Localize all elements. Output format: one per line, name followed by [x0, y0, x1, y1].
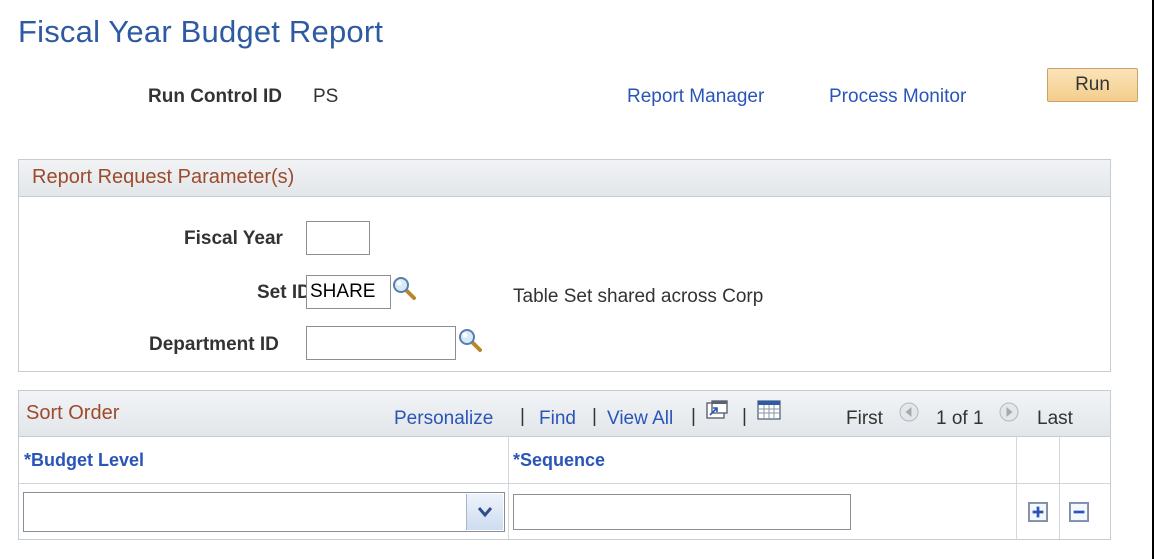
- nav-separator: |: [520, 406, 525, 427]
- set-id-description: Table Set shared across Corp: [513, 286, 764, 307]
- department-id-input[interactable]: [306, 326, 456, 360]
- column-divider: [508, 436, 509, 539]
- set-id-input[interactable]: [306, 275, 391, 309]
- prev-arrow-icon[interactable]: [899, 402, 919, 422]
- dropdown-arrow[interactable]: [466, 494, 503, 530]
- report-manager-link[interactable]: Report Manager: [627, 86, 764, 108]
- magnifier-icon[interactable]: [392, 276, 416, 300]
- magnifier-icon[interactable]: [458, 328, 482, 352]
- report-parameters-header: Report Request Parameter(s): [19, 160, 1110, 197]
- page-title: Fiscal Year Budget Report: [18, 14, 384, 49]
- sort-order-header: Sort Order Personalize | Find | View All…: [19, 391, 1110, 437]
- run-control-label: Run Control ID: [148, 86, 283, 107]
- column-divider: [1016, 436, 1017, 539]
- minus-icon[interactable]: [1069, 502, 1089, 522]
- plus-icon[interactable]: [1028, 502, 1048, 522]
- run-button[interactable]: Run: [1047, 68, 1138, 102]
- column-header-sequence[interactable]: *Sequence: [513, 450, 605, 471]
- run-control-value: PS: [313, 86, 339, 107]
- grid-download-icon[interactable]: [757, 400, 781, 420]
- nav-separator: |: [691, 406, 696, 427]
- find-link[interactable]: Find: [539, 408, 576, 430]
- budget-level-select[interactable]: [23, 492, 505, 532]
- chevron-down-icon: [477, 507, 493, 518]
- sort-order-title: Sort Order: [26, 402, 120, 424]
- sequence-input[interactable]: [513, 494, 851, 530]
- header-divider: [19, 483, 1110, 484]
- next-arrow-icon[interactable]: [999, 402, 1019, 422]
- set-id-label: Set ID: [257, 282, 311, 303]
- first-label: First: [846, 408, 883, 429]
- view-all-link[interactable]: View All: [607, 408, 673, 430]
- nav-separator: |: [742, 406, 747, 427]
- nav-separator: |: [592, 406, 597, 427]
- process-monitor-link[interactable]: Process Monitor: [829, 86, 966, 108]
- fiscal-year-label: Fiscal Year: [184, 228, 283, 249]
- report-parameters-title: Report Request Parameter(s): [32, 166, 295, 188]
- personalize-link[interactable]: Personalize: [394, 408, 493, 430]
- department-id-label: Department ID: [149, 334, 279, 355]
- fiscal-year-input[interactable]: [306, 221, 370, 255]
- page-range: 1 of 1: [936, 408, 984, 429]
- column-divider: [1059, 436, 1060, 539]
- last-label: Last: [1037, 408, 1073, 429]
- new-window-icon[interactable]: [706, 400, 728, 420]
- report-parameters-group: Report Request Parameter(s) Fiscal Year …: [18, 159, 1111, 372]
- column-header-budget-level[interactable]: *Budget Level: [24, 450, 144, 471]
- sort-order-grid: Sort Order Personalize | Find | View All…: [18, 390, 1111, 540]
